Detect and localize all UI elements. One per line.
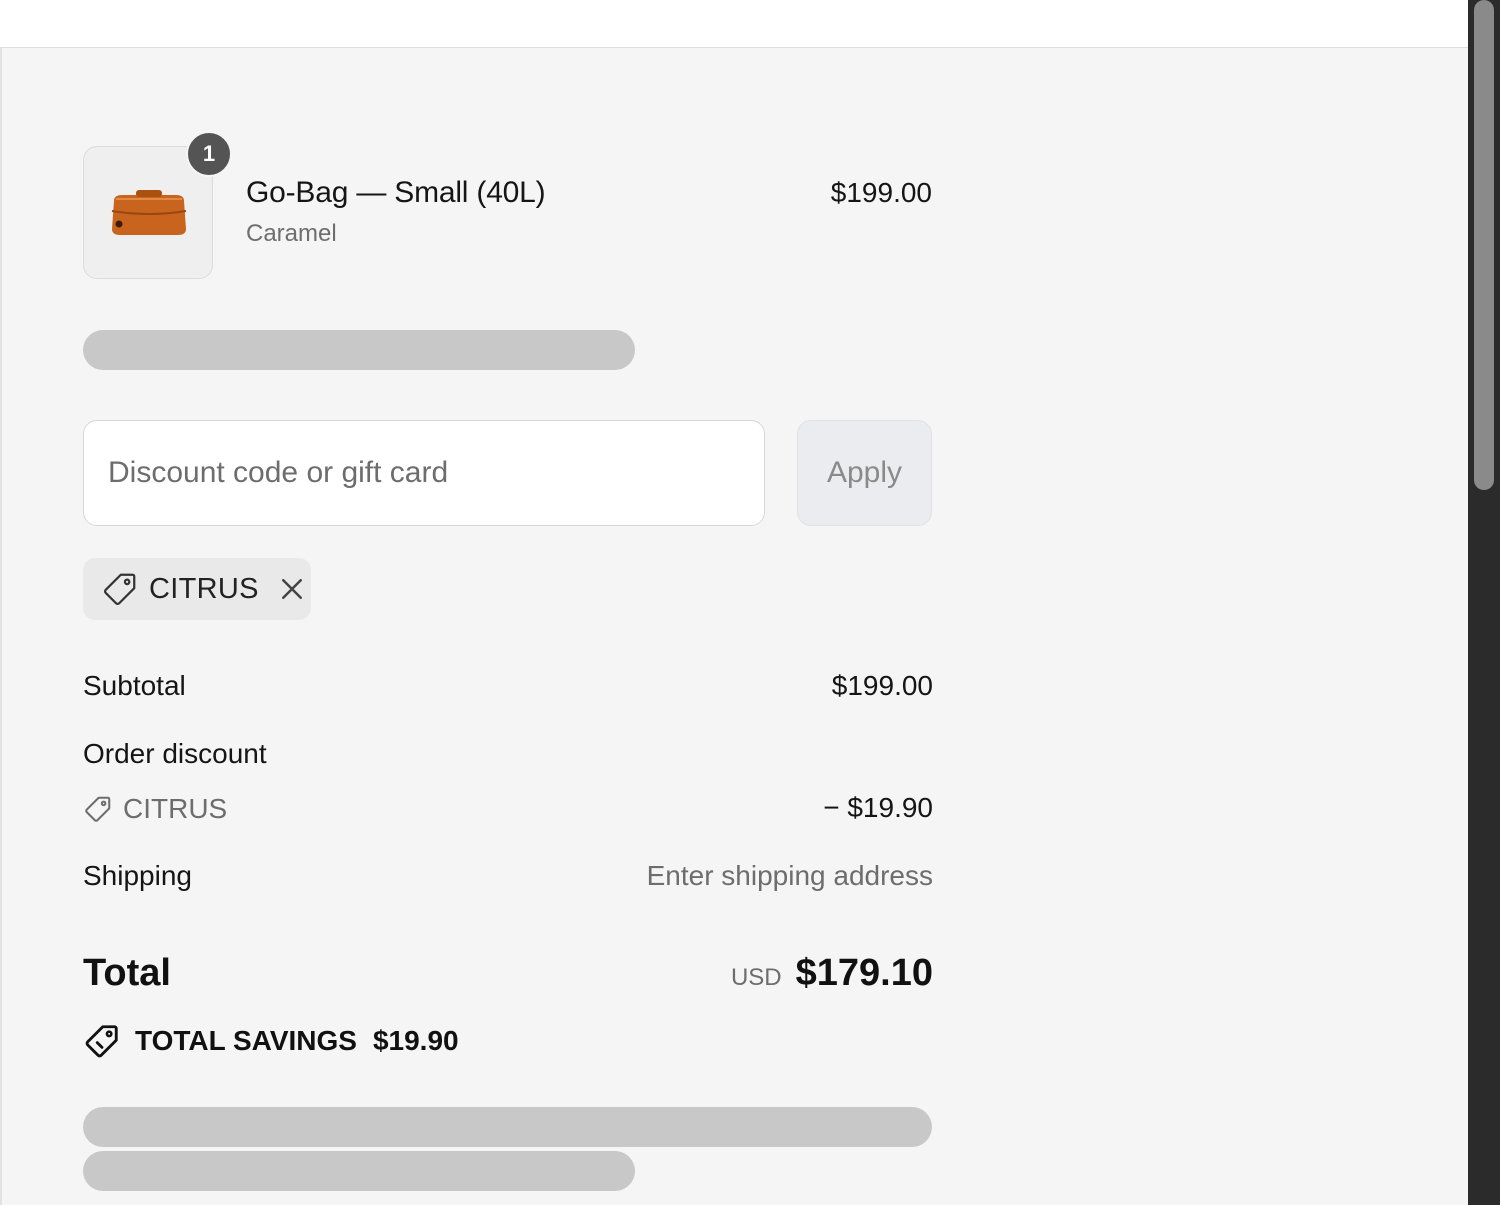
loading-skeleton-bar [83,1151,635,1191]
top-header-bar [0,0,1468,49]
discount-code-line: CITRUS [83,793,227,825]
applied-discount-chip: CITRUS [83,558,311,620]
tag-icon [103,573,136,606]
savings-value: $19.90 [372,1025,459,1056]
applied-discount-code: CITRUS [149,572,259,605]
total-value: $179.10 [795,952,933,994]
savings-label: TOTAL SAVINGS [135,1025,357,1056]
product-name: Go-Bag — Small (40L) [246,176,546,209]
duffel-bag-image [111,190,187,235]
shipping-value: Enter shipping address [646,860,933,891]
subtotal-label: Subtotal [83,670,186,701]
total-savings: TOTAL SAVINGS $19.90 [83,1022,459,1060]
shipping-label: Shipping [83,860,192,891]
remove-discount-icon[interactable] [277,574,307,604]
scrollbar-thumb[interactable] [1474,0,1494,490]
savings-tag-icon [85,1025,118,1058]
subtotal-value: $199.00 [831,670,933,701]
discount-code-input[interactable] [83,420,765,526]
discount-code-name: CITRUS [123,793,228,824]
total-label: Total [83,952,171,994]
loading-skeleton-bar [83,1107,932,1147]
tag-icon [85,796,111,822]
apply-discount-button[interactable]: Apply [797,420,932,526]
product-price: $199.00 [830,177,932,208]
product-variant: Caramel [246,220,337,247]
discount-value: − $19.90 [823,792,933,823]
total-amount-group: USD $179.10 [731,952,933,995]
quantity-badge: 1 [186,131,232,177]
total-currency: USD [730,964,782,991]
loading-skeleton-bar [83,330,635,370]
order-discount-label: Order discount [83,738,267,769]
